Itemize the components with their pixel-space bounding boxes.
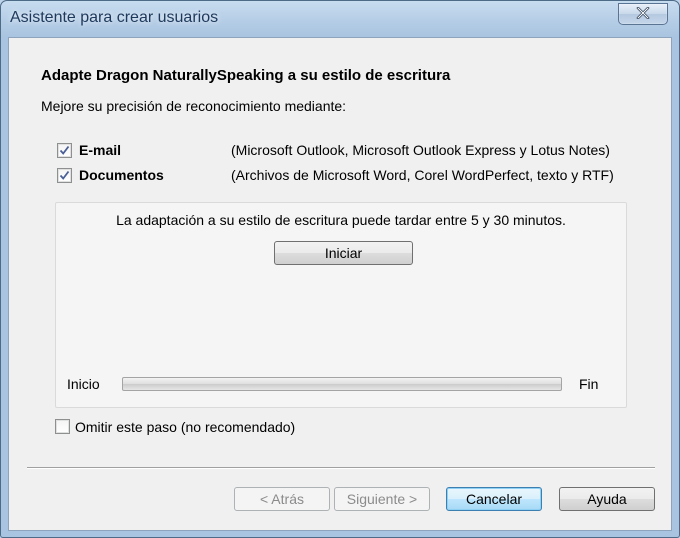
help-button[interactable]: Ayuda — [559, 487, 655, 511]
skip-label[interactable]: Omitir este paso (no recomendado) — [75, 419, 295, 435]
cancel-button[interactable]: Cancelar — [446, 487, 542, 511]
adaptation-progress-bar — [122, 377, 562, 391]
skip-checkbox[interactable] — [55, 419, 70, 434]
email-checkbox[interactable] — [57, 143, 72, 158]
documents-description: (Archivos de Microsoft Word, Corel WordP… — [231, 167, 614, 183]
email-description: (Microsoft Outlook, Microsoft Outlook Ex… — [231, 142, 610, 158]
adaptation-panel: La adaptación a su estilo de escritura p… — [55, 202, 627, 408]
page-heading: Adapte Dragon NaturallySpeaking a su est… — [41, 67, 451, 84]
documents-label[interactable]: Documentos — [79, 167, 164, 183]
window-title: Asistente para crear usuarios — [10, 9, 219, 26]
checkmark-icon — [59, 145, 70, 155]
progress-end-label: Fin — [579, 376, 599, 392]
start-button[interactable]: Iniciar — [274, 241, 413, 265]
next-button[interactable]: Siguiente > — [334, 487, 430, 511]
wizard-window: Asistente para crear usuarios Adapte Dra… — [0, 0, 680, 538]
progress-start-label: Inicio — [67, 376, 100, 392]
page-subtext: Mejore su precisión de reconocimiento me… — [41, 98, 347, 114]
close-icon — [636, 7, 650, 19]
adaptation-info: La adaptación a su estilo de escritura p… — [116, 212, 566, 228]
close-button[interactable] — [618, 3, 668, 25]
documents-checkbox[interactable] — [57, 168, 72, 183]
dialog-body: Adapte Dragon NaturallySpeaking a su est… — [8, 37, 672, 531]
back-button[interactable]: < Atrás — [234, 487, 330, 511]
email-label[interactable]: E-mail — [79, 142, 121, 158]
checkmark-icon — [59, 170, 70, 180]
footer-separator — [27, 467, 655, 469]
title-bar[interactable]: Asistente para crear usuarios — [1, 1, 679, 37]
